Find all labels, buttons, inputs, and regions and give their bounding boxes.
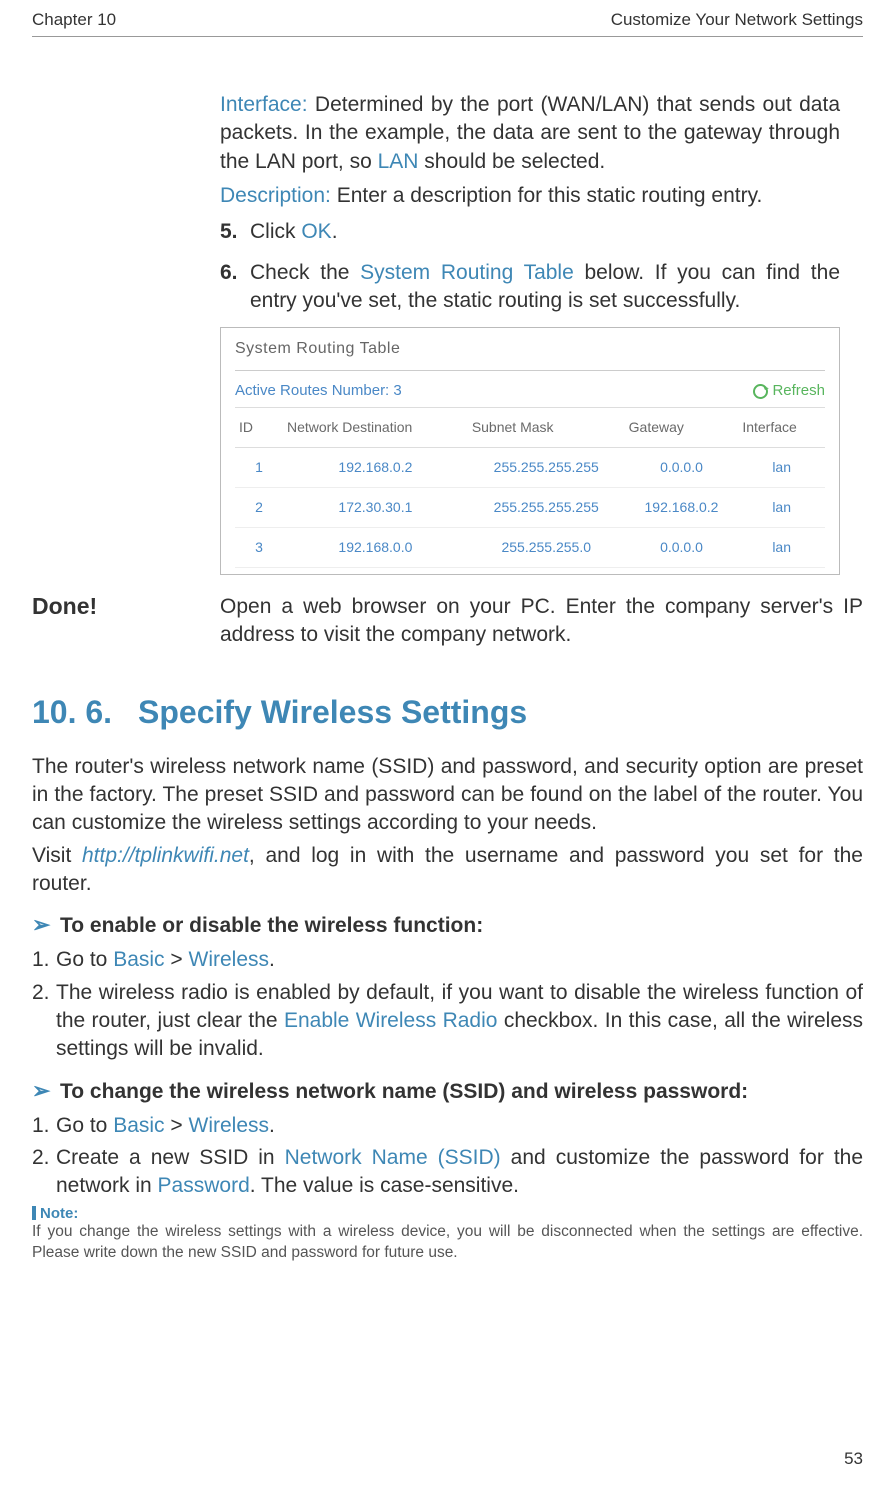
change-ssid-steps: 1. Go to Basic > Wireless. 2. Create a n…	[32, 1112, 863, 1201]
table-row: 2 172.30.30.1 255.255.255.255 192.168.0.…	[235, 488, 825, 528]
cell-mask: 255.255.255.255	[468, 488, 625, 528]
enable-wireless-radio-label: Enable Wireless Radio	[284, 1009, 498, 1032]
list-item: 1. Go to Basic > Wireless.	[32, 946, 863, 974]
col-subnet-mask: Subnet Mask	[468, 408, 625, 448]
note-bar-icon	[32, 1206, 36, 1220]
network-name-ssid-label: Network Name (SSID)	[285, 1146, 501, 1169]
table-header-row: ID Network Destination Subnet Mask Gatew…	[235, 408, 825, 448]
col-network-destination: Network Destination	[283, 408, 468, 448]
interface-highlight: LAN	[378, 150, 419, 173]
page-title: Customize Your Network Settings	[611, 10, 863, 30]
subsection-heading: To enable or disable the wireless functi…	[60, 914, 483, 938]
cell-mask: 255.255.255.255	[468, 448, 625, 488]
done-section: Done! Open a web browser on your PC. Ent…	[32, 593, 863, 650]
list-item: 1. Go to Basic > Wireless.	[32, 1112, 863, 1140]
cell-mask: 255.255.255.0	[468, 527, 625, 567]
intro-paragraph-1: The router's wireless network name (SSID…	[32, 753, 863, 838]
refresh-icon	[753, 384, 768, 399]
section-heading: 10. 6. Specify Wireless Settings	[32, 694, 863, 731]
item-text: The wireless radio is enabled by default…	[56, 979, 863, 1064]
arrow-icon: ➢	[32, 1080, 60, 1104]
note-label: Note:	[40, 1205, 78, 1222]
cell-id: 1	[235, 448, 283, 488]
interface-label: Interface:	[220, 93, 308, 116]
steps-list: 5. Click OK. 6. Check the System Routing…	[220, 218, 840, 315]
cell-dest: 172.30.30.1	[283, 488, 468, 528]
note-body: If you change the wireless settings with…	[32, 1222, 863, 1264]
subsection-enable-disable: ➢ To enable or disable the wireless func…	[32, 914, 863, 938]
cell-interface: lan	[738, 527, 825, 567]
main-content: Interface: Determined by the port (WAN/L…	[220, 91, 840, 575]
cell-gateway: 0.0.0.0	[625, 448, 739, 488]
cell-gateway: 0.0.0.0	[625, 527, 739, 567]
description-label: Description:	[220, 184, 331, 207]
section-title: Specify Wireless Settings	[138, 694, 527, 731]
routing-table: ID Network Destination Subnet Mask Gatew…	[235, 407, 825, 568]
ok-link: OK	[301, 220, 331, 243]
col-id: ID	[235, 408, 283, 448]
intro-block: The router's wireless network name (SSID…	[32, 753, 863, 899]
step-number: 6.	[220, 259, 250, 316]
basic-link: Basic	[113, 1114, 164, 1137]
refresh-button[interactable]: Refresh	[753, 381, 825, 401]
cell-dest: 192.168.0.0	[283, 527, 468, 567]
step-text: Click OK.	[250, 218, 840, 246]
step-6: 6. Check the System Routing Table below.…	[220, 259, 840, 316]
step-text: Check the System Routing Table below. If…	[250, 259, 840, 316]
item-number: 2.	[32, 979, 56, 1064]
page-header: Chapter 10 Customize Your Network Settin…	[32, 0, 863, 37]
note-header: Note:	[32, 1205, 863, 1222]
item-text: Go to Basic > Wireless.	[56, 946, 863, 974]
done-label: Done!	[32, 593, 220, 620]
item-number: 2.	[32, 1144, 56, 1201]
wireless-link: Wireless	[189, 1114, 270, 1137]
item-number: 1.	[32, 946, 56, 974]
done-text: Open a web browser on your PC. Enter the…	[220, 593, 863, 650]
active-routes-count: Active Routes Number: 3	[235, 381, 402, 401]
col-interface: Interface	[738, 408, 825, 448]
step-number: 5.	[220, 218, 250, 246]
arrow-icon: ➢	[32, 914, 60, 938]
chapter-label: Chapter 10	[32, 10, 116, 30]
item-text: Go to Basic > Wireless.	[56, 1112, 863, 1140]
section-number: 10. 6.	[32, 694, 138, 731]
wireless-link: Wireless	[189, 948, 270, 971]
tplink-url[interactable]: http://tplinkwifi.net	[82, 844, 249, 867]
subsection-change-ssid: ➢ To change the wireless network name (S…	[32, 1080, 863, 1104]
intro-paragraph-2: Visit http://tplinkwifi.net, and log in …	[32, 842, 863, 899]
routing-table-link: System Routing Table	[360, 261, 574, 284]
cell-interface: lan	[738, 448, 825, 488]
interface-paragraph: Interface: Determined by the port (WAN/L…	[220, 91, 840, 176]
item-number: 1.	[32, 1112, 56, 1140]
list-item: 2. The wireless radio is enabled by defa…	[32, 979, 863, 1064]
list-item: 2. Create a new SSID in Network Name (SS…	[32, 1144, 863, 1201]
enable-disable-steps: 1. Go to Basic > Wireless. 2. The wirele…	[32, 946, 863, 1063]
item-text: Create a new SSID in Network Name (SSID)…	[56, 1144, 863, 1201]
subsection-heading: To change the wireless network name (SSI…	[60, 1080, 748, 1104]
cell-interface: lan	[738, 488, 825, 528]
refresh-label: Refresh	[772, 381, 825, 401]
basic-link: Basic	[113, 948, 164, 971]
table-row: 3 192.168.0.0 255.255.255.0 0.0.0.0 lan	[235, 527, 825, 567]
system-routing-table-panel: System Routing Table Active Routes Numbe…	[220, 327, 840, 574]
description-text: Enter a description for this static rout…	[331, 184, 762, 207]
cell-dest: 192.168.0.2	[283, 448, 468, 488]
step-5: 5. Click OK.	[220, 218, 840, 246]
password-label: Password	[158, 1174, 250, 1197]
page-number: 53	[844, 1449, 863, 1469]
routing-panel-title: System Routing Table	[235, 338, 825, 371]
cell-id: 3	[235, 527, 283, 567]
description-paragraph: Description: Enter a description for thi…	[220, 182, 840, 210]
col-gateway: Gateway	[625, 408, 739, 448]
table-row: 1 192.168.0.2 255.255.255.255 0.0.0.0 la…	[235, 448, 825, 488]
cell-id: 2	[235, 488, 283, 528]
cell-gateway: 192.168.0.2	[625, 488, 739, 528]
interface-tail: should be selected.	[418, 150, 605, 173]
